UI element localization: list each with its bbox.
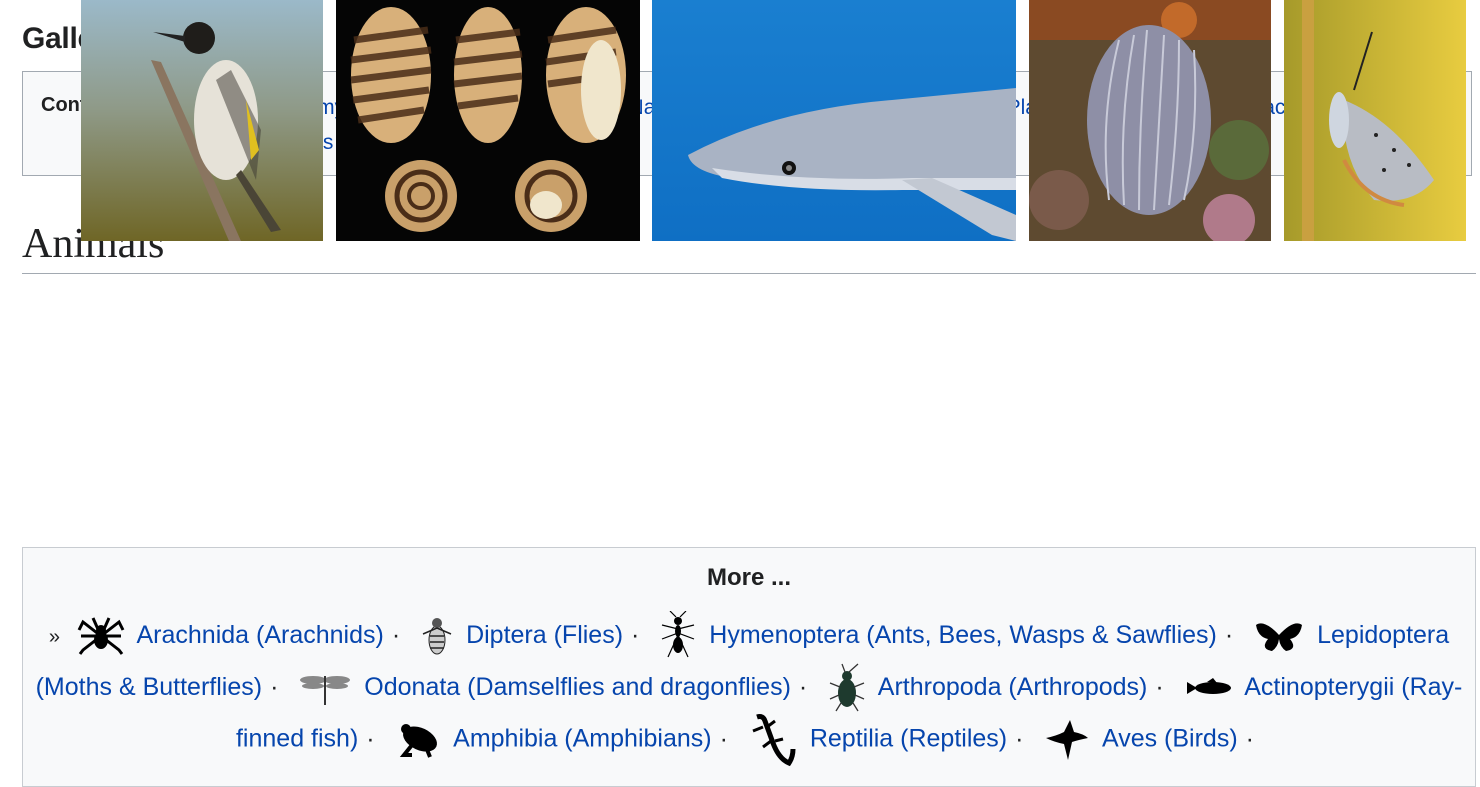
more-title: More ... xyxy=(706,564,791,591)
more-link-reptilia[interactable]: Reptilia (Reptiles) xyxy=(810,725,1007,753)
more-link-diptera[interactable]: Diptera (Flies) xyxy=(466,621,623,649)
spider-icon xyxy=(77,617,125,656)
gallery-image-anemone[interactable] xyxy=(1029,0,1271,241)
gallery-image-butterfly[interactable] xyxy=(1284,0,1466,241)
butterfly-icon xyxy=(1256,623,1303,652)
separator: · xyxy=(1015,725,1024,753)
more-box: More ... » Arachnida (Arachnids) · Dipter… xyxy=(22,547,1476,787)
frog-icon xyxy=(399,724,437,759)
gallery-image-shark[interactable] xyxy=(652,0,1016,241)
more-link-arachnida[interactable]: Arachnida (Arachnids) xyxy=(136,621,383,649)
beetle-icon xyxy=(829,663,865,712)
separator: · xyxy=(719,725,728,753)
ant-icon xyxy=(662,611,695,658)
fly-icon xyxy=(422,618,452,655)
more-link-amphibia[interactable]: Amphibia (Amphibians) xyxy=(453,725,711,753)
lizard-icon xyxy=(752,714,796,767)
separator: · xyxy=(1155,673,1164,701)
separator: · xyxy=(270,673,279,701)
separator: · xyxy=(366,725,375,753)
separator: · xyxy=(391,621,401,649)
separator: · xyxy=(798,673,808,701)
fish-icon xyxy=(1186,678,1231,695)
raquo-marker: » xyxy=(48,626,60,648)
gallery-image-bird[interactable] xyxy=(81,0,323,241)
bird-icon xyxy=(1046,720,1089,761)
gallery-image-shells[interactable] xyxy=(336,0,640,241)
heading-divider xyxy=(22,273,1476,274)
more-links: » Arachnida (Arachnids) · Diptera (Flies)… xyxy=(23,610,1475,767)
more-link-arthropoda[interactable]: Arthropoda (Arthropods) xyxy=(878,673,1148,701)
more-link-odonata[interactable]: Odonata (Damselflies and dragonflies) xyxy=(364,673,791,701)
separator: · xyxy=(631,621,640,649)
separator: · xyxy=(1224,621,1234,649)
more-link-aves[interactable]: Aves (Birds) xyxy=(1102,725,1238,753)
more-link-hymenoptera[interactable]: Hymenoptera (Ants, Bees, Wasps & Sawflie… xyxy=(709,621,1217,649)
separator: · xyxy=(1245,725,1254,753)
dragonfly-icon xyxy=(300,676,351,706)
